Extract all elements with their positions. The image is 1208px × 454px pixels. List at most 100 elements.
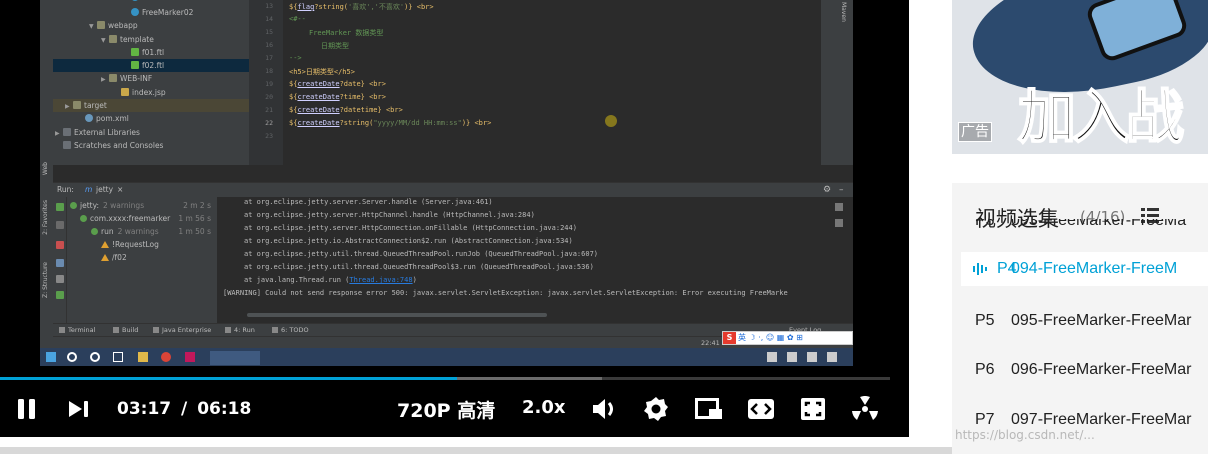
run-console[interactable]: at org.eclipse.jetty.server.Server.handl… <box>217 197 853 323</box>
playlist-item-number: P6 <box>975 361 995 378</box>
run-tree-item[interactable]: com.xxxx:freemarker 1 m 56 s <box>80 214 213 223</box>
line-number: 14 <box>265 15 273 23</box>
code-line-21: ${createDate?datetime} <br> <box>289 106 403 114</box>
video-frame[interactable]: Web 2: Favorites Z: Structure FreeMarker… <box>40 0 853 366</box>
ime-toolbar[interactable]: S英 ☽ ·, ☺ ▦ ✿ ⊞ <box>722 331 853 345</box>
bottom-tab-label: 4: Run <box>234 326 255 334</box>
volume-icon[interactable] <box>592 397 618 421</box>
code-line-13: ${flag?string('喜欢','不喜欢')} <br> <box>289 3 434 11</box>
success-icon <box>70 202 77 209</box>
playlist-item[interactable]: P6 096-FreeMarker-FreeMar <box>961 353 1208 387</box>
minimize-icon[interactable]: – <box>839 183 844 197</box>
tree-item[interactable]: f02.ftl <box>53 59 249 72</box>
code-line-15: FreeMarker 数据类型 <box>309 29 384 37</box>
bottom-tab[interactable]: Build <box>113 326 138 334</box>
intellij-icon[interactable] <box>185 352 195 362</box>
scroll-end-icon[interactable] <box>835 219 843 227</box>
fullscreen-icon[interactable] <box>800 397 826 421</box>
line-number: 17 <box>265 54 273 62</box>
task-view-icon[interactable] <box>113 352 123 362</box>
close-icon[interactable]: × <box>117 183 123 197</box>
tree-item-label: External Libraries <box>74 128 140 137</box>
line-number: 21 <box>265 106 273 114</box>
warning-icon <box>101 241 109 248</box>
code-line-16: 日期类型 <box>321 42 349 50</box>
windows-start-icon[interactable] <box>46 352 56 362</box>
tree-item[interactable]: Scratches and Consoles <box>53 139 249 152</box>
run-tree-item[interactable]: run 2 warnings 1 m 50 s <box>91 227 213 236</box>
chevron-right-icon[interactable]: ▶ <box>65 100 73 112</box>
search-icon[interactable] <box>67 352 77 362</box>
camera-icon[interactable] <box>56 275 64 283</box>
playlist-item[interactable]: P5 095-FreeMarker-FreeMar <box>961 304 1208 338</box>
volume-icon[interactable] <box>807 352 817 362</box>
tree-item[interactable]: ▶ WEB-INF <box>53 72 249 85</box>
windows-taskbar <box>40 348 853 366</box>
widescreen-icon[interactable] <box>747 398 775 420</box>
pause-icon[interactable] <box>17 398 37 420</box>
ime-status: 英 ☽ ·, ☺ ▦ ✿ ⊞ <box>738 333 803 342</box>
people-icon[interactable] <box>767 352 777 362</box>
playlist-item[interactable]: P4094-FreeMarker-FreeM <box>961 252 1208 286</box>
console-scrollbar[interactable] <box>247 313 547 317</box>
bottom-tab[interactable]: 6: TODO <box>272 326 309 334</box>
chevron-down-icon[interactable]: ▼ <box>89 20 97 32</box>
pause-icon[interactable] <box>56 221 64 229</box>
tree-item[interactable]: index.jsp <box>53 86 249 99</box>
ftl-icon <box>131 61 139 69</box>
watermark: https://blog.csdn.net/... <box>955 428 1095 442</box>
gear-icon[interactable] <box>643 396 669 422</box>
tree-item[interactable]: ▶ target <box>53 99 249 112</box>
network-icon[interactable] <box>787 352 797 362</box>
tree-item[interactable]: ▼ webapp <box>53 19 249 32</box>
bottom-tab[interactable]: Java Enterprise <box>153 326 211 334</box>
tree-item-label: webapp <box>108 21 138 30</box>
run-tree-item[interactable]: /f02 <box>101 253 213 262</box>
playlist-item-title: 093-FreeMarker-FreeMa <box>1011 219 1187 229</box>
restore-icon[interactable] <box>56 291 64 299</box>
gear-icon[interactable]: ⚙ <box>823 183 831 197</box>
radiation-icon[interactable] <box>851 396 879 422</box>
bottom-tab[interactable]: 4: Run <box>225 326 255 334</box>
playlist-item[interactable]: P3 093-FreeMarker-FreeMa <box>961 219 1208 235</box>
next-icon[interactable] <box>68 400 90 418</box>
console-link[interactable]: Thread.java:748 <box>349 276 412 284</box>
run-tree: jetty: 2 warnings 2 m 2 s com.xxxx:freemark… <box>53 197 217 323</box>
run-config-tab[interactable]: jetty <box>96 183 113 197</box>
notification-icon[interactable] <box>827 352 837 362</box>
success-icon <box>91 228 98 235</box>
ide-right-tool-strip: Maven <box>821 0 853 165</box>
ide-left-tool-strip: Web 2: Favorites Z: Structure <box>40 0 53 348</box>
tree-item[interactable]: pom.xml <box>53 112 249 125</box>
chevron-right-icon[interactable]: ▶ <box>55 127 63 139</box>
run-tree-item[interactable]: !RequestLog <box>101 240 213 249</box>
taskbar-active-app[interactable] <box>210 351 260 365</box>
wrap-icon[interactable] <box>835 203 843 211</box>
picture-in-picture-icon[interactable] <box>695 398 723 420</box>
ad-banner[interactable]: 加入战 广告 <box>952 0 1208 154</box>
file-explorer-icon[interactable] <box>138 352 148 362</box>
video-player[interactable]: Web 2: Favorites Z: Structure FreeMarker… <box>0 0 909 437</box>
chevron-right-icon[interactable]: ▶ <box>101 73 109 85</box>
run-tree-duration: 1 m 50 s <box>178 227 211 236</box>
bottom-tab[interactable]: Terminal <box>59 326 95 334</box>
tree-item-label: pom.xml <box>96 114 129 123</box>
rerun-icon[interactable] <box>56 203 64 211</box>
tree-item[interactable]: ▼ template <box>53 33 249 46</box>
progress-played[interactable] <box>0 377 457 380</box>
speed-button[interactable]: 2.0x <box>522 397 566 418</box>
console-warning-line: [WARNING] Could not send response error … <box>223 289 788 297</box>
page-bottom-strip <box>0 447 952 454</box>
chevron-down-icon[interactable]: ▼ <box>101 34 109 46</box>
code-line-14: <#-- <box>289 15 306 23</box>
tree-item[interactable]: FreeMarker02 <box>53 6 249 19</box>
cortana-icon[interactable] <box>90 352 100 362</box>
stop-icon[interactable] <box>56 241 64 249</box>
eye-icon[interactable] <box>56 259 64 267</box>
tree-item[interactable]: f01.ftl <box>53 46 249 59</box>
chrome-icon[interactable] <box>161 352 171 362</box>
quality-button[interactable]: 720P 高清 <box>397 396 495 423</box>
run-tree-item[interactable]: jetty: 2 warnings 2 m 2 s <box>70 201 213 210</box>
tree-item[interactable]: FreeMarker01 <box>53 0 249 4</box>
tree-item[interactable]: ▶ External Libraries <box>53 126 249 139</box>
